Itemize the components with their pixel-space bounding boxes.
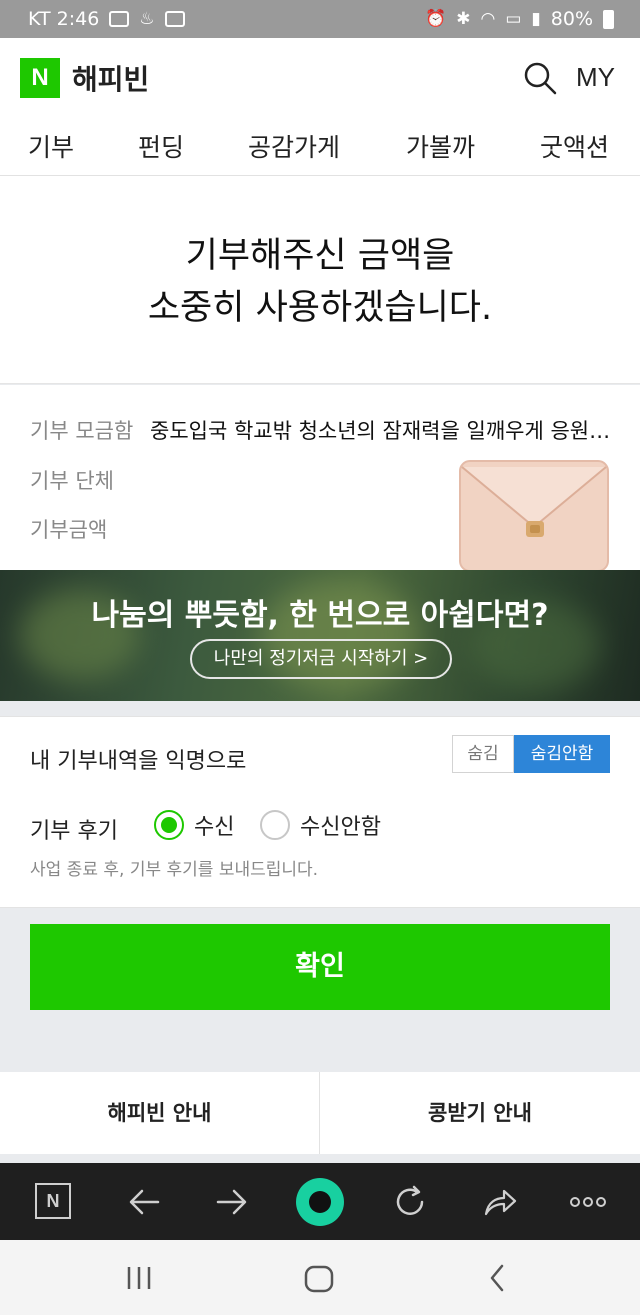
battery-icon — [603, 9, 614, 29]
bluetooth-icon: ✱ — [456, 9, 471, 29]
recent-apps-icon[interactable] — [124, 1264, 154, 1292]
status-bar: KT 2:46 ♨ ⏰ ✱ ◠ ▭ ▮ 80% — [0, 0, 640, 38]
thanks-line-1: 기부해주신 금액을 — [185, 236, 455, 276]
thanks-line-2: 소중히 사용하겠습니다. — [147, 288, 493, 328]
anonymous-toggle: 숨김 숨김안함 — [452, 735, 610, 773]
radio-receive-label: 수신 — [194, 815, 235, 840]
my-button[interactable]: MY — [576, 62, 615, 93]
wifi-icon: ◠ — [480, 9, 496, 29]
radio-unchecked-icon[interactable] — [260, 810, 290, 840]
android-nav-bar — [0, 1240, 640, 1315]
hide-button[interactable]: 숨김 — [452, 735, 514, 773]
browser-toolbar: N — [0, 1163, 640, 1240]
voicemail-icon — [164, 11, 185, 27]
amount-label: 기부금액 — [30, 518, 108, 542]
signal-icon: ▮ — [531, 9, 541, 29]
home-icon[interactable] — [303, 1264, 335, 1294]
organization-label: 기부 단체 — [30, 469, 114, 493]
no-hide-button[interactable]: 숨김안함 — [514, 735, 610, 773]
news-icon — [109, 11, 130, 27]
wallet-image — [459, 460, 609, 571]
notification-icon: ♨ — [139, 9, 155, 29]
search-icon[interactable] — [522, 60, 558, 96]
anonymous-label: 내 기부내역을 익명으로 — [30, 749, 247, 774]
banner-title: 나눔의 뿌듯함, 한 번으로 아쉽다면? — [91, 598, 549, 633]
footer-links: 해피빈 안내 콩받기 안내 — [0, 1072, 640, 1154]
radio-receive[interactable]: 수신 — [154, 809, 234, 841]
tab-sympathy-store[interactable]: 공감가게 — [248, 128, 340, 164]
happybean-guide-link[interactable]: 해피빈 안내 — [0, 1072, 320, 1154]
tab-lets-go[interactable]: 가볼까 — [406, 128, 475, 164]
donation-options: 내 기부내역을 익명으로 숨김 숨김안함 기부 후기 수신 수신안함 사업 종료… — [0, 716, 640, 908]
green-dot-icon[interactable] — [296, 1178, 344, 1226]
donation-info: 기부 모금함 중도입국 학교밖 청소년의 잠재력을 일깨우게 응원해주세요 기부… — [0, 385, 640, 571]
thanks-section: 기부해주신 금액을 소중히 사용하겠습니다. — [0, 176, 640, 384]
naver-logo[interactable]: N — [20, 58, 60, 98]
thanks-message: 기부해주신 금액을 소중히 사용하겠습니다. — [0, 230, 640, 334]
naver-home-icon[interactable]: N — [35, 1183, 71, 1219]
radio-not-receive-label: 수신안함 — [300, 815, 381, 840]
hd-icon: ▭ — [505, 9, 522, 29]
tab-donation[interactable]: 기부 — [23, 128, 79, 180]
tab-good-action[interactable]: 굿액션 — [540, 128, 609, 164]
back-arrow-icon[interactable] — [124, 1182, 164, 1222]
tab-bar: 기부 펀딩 공감가게 가볼까 굿액션 — [0, 114, 640, 180]
alarm-icon: ⏰ — [425, 9, 447, 29]
brand-title[interactable]: 해피빈 — [72, 58, 149, 98]
more-icon[interactable] — [568, 1182, 608, 1222]
header: N 해피빈 MY — [0, 38, 640, 114]
tab-funding[interactable]: 펀딩 — [138, 128, 184, 164]
bean-guide-link[interactable]: 콩받기 안내 — [320, 1072, 640, 1154]
campaign-label: 기부 모금함 — [30, 419, 134, 443]
start-savings-button[interactable]: 나만의 정기저금 시작하기 > — [190, 639, 452, 679]
review-note: 사업 종료 후, 기부 후기를 보내드립니다. — [30, 860, 319, 880]
savings-banner[interactable]: 나눔의 뿌듯함, 한 번으로 아쉽다면? 나만의 정기저금 시작하기 > — [0, 570, 640, 701]
review-label: 기부 후기 — [30, 819, 118, 844]
confirm-button[interactable]: 확인 — [30, 924, 610, 1010]
radio-checked-icon[interactable] — [154, 810, 184, 840]
campaign-value: 중도입국 학교밖 청소년의 잠재력을 일깨우게 응원해주세요 — [150, 419, 620, 443]
share-icon[interactable] — [480, 1182, 520, 1222]
refresh-icon[interactable] — [390, 1182, 430, 1222]
radio-not-receive[interactable]: 수신안함 — [260, 809, 381, 841]
forward-arrow-icon[interactable] — [212, 1182, 252, 1222]
back-icon[interactable] — [484, 1262, 512, 1294]
carrier-time: KT 2:46 — [28, 8, 100, 30]
battery-percent: 80% — [550, 8, 593, 30]
